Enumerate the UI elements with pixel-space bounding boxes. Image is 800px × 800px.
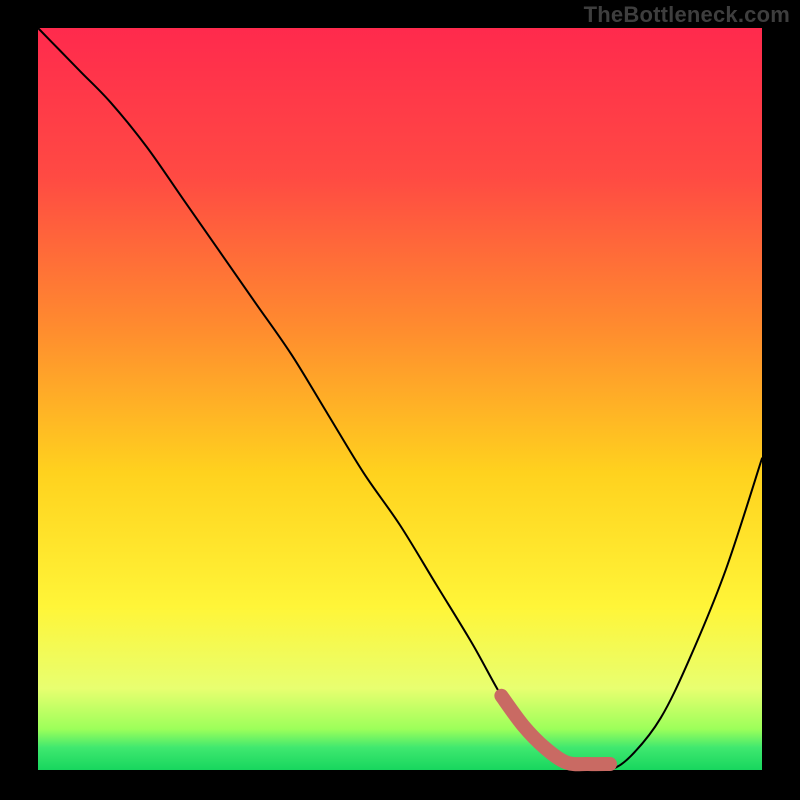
watermark-text: TheBottleneck.com xyxy=(584,2,790,28)
plot-background xyxy=(38,28,762,770)
bottleneck-chart xyxy=(0,0,800,800)
chart-frame: TheBottleneck.com xyxy=(0,0,800,800)
